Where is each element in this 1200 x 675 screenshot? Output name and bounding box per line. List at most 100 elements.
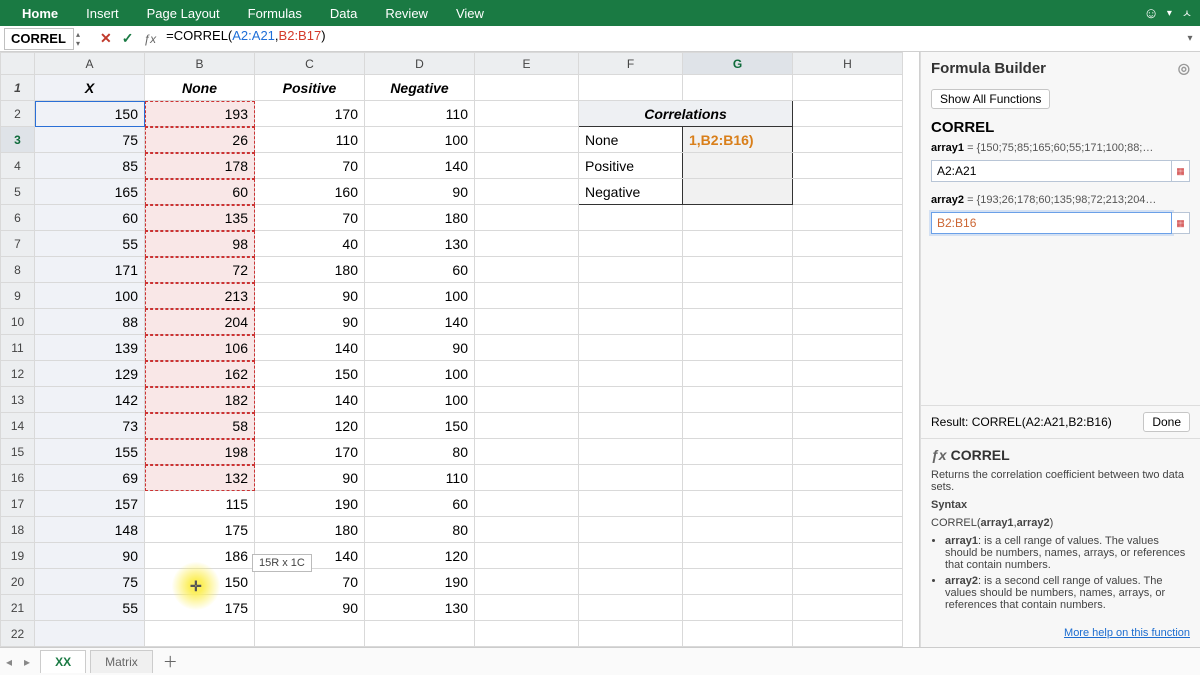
cell[interactable]: 75 (35, 569, 145, 595)
row-header[interactable]: 20 (1, 569, 35, 595)
cell[interactable] (683, 569, 793, 595)
cell[interactable]: Negative (579, 179, 683, 205)
cell[interactable]: 198 (145, 439, 255, 465)
cell[interactable] (683, 413, 793, 439)
cell[interactable]: 132 (145, 465, 255, 491)
cell[interactable] (579, 387, 683, 413)
more-help-link[interactable]: More help on this function (921, 623, 1200, 647)
formula-input[interactable]: =CORREL(A2:A21,B2:B17) (162, 28, 1186, 50)
cell[interactable] (683, 595, 793, 621)
cell[interactable]: 110 (365, 465, 475, 491)
cell[interactable] (475, 569, 579, 595)
cell[interactable] (793, 465, 903, 491)
cell[interactable] (793, 361, 903, 387)
cell[interactable]: 186 (145, 543, 255, 569)
cell[interactable] (793, 621, 903, 647)
row-header[interactable]: 7 (1, 231, 35, 257)
cell[interactable]: 150 (255, 361, 365, 387)
cell[interactable] (793, 387, 903, 413)
row-header[interactable]: 18 (1, 517, 35, 543)
cell[interactable] (475, 491, 579, 517)
cell[interactable]: 26 (145, 127, 255, 153)
done-button[interactable]: Done (1143, 412, 1190, 432)
cell[interactable]: 175 (145, 595, 255, 621)
cell[interactable] (475, 387, 579, 413)
cell[interactable] (793, 205, 903, 231)
row-header[interactable]: 17 (1, 491, 35, 517)
cancel-formula-icon[interactable]: ✕ (100, 30, 112, 47)
cell[interactable]: 170 (255, 439, 365, 465)
cell[interactable]: 70 (255, 205, 365, 231)
cell[interactable] (793, 231, 903, 257)
correlation-value[interactable] (683, 153, 793, 179)
cell[interactable] (579, 335, 683, 361)
cell[interactable]: 120 (365, 543, 475, 569)
correlation-value[interactable] (683, 179, 793, 205)
array1-input[interactable] (931, 160, 1172, 182)
cell[interactable] (683, 439, 793, 465)
cell[interactable] (683, 309, 793, 335)
cell[interactable]: 139 (35, 335, 145, 361)
cell[interactable]: Positive (579, 153, 683, 179)
chevron-down-icon[interactable]: ▾ (1167, 8, 1172, 19)
cell[interactable]: 55 (35, 595, 145, 621)
cell[interactable] (683, 205, 793, 231)
cell[interactable] (475, 621, 579, 647)
cell[interactable]: Positive (255, 75, 365, 101)
ribbon-tab-home[interactable]: Home (8, 6, 72, 21)
ribbon-tab-data[interactable]: Data (316, 6, 371, 21)
row-header[interactable]: 11 (1, 335, 35, 361)
cell[interactable] (683, 517, 793, 543)
cell[interactable]: 85 (35, 153, 145, 179)
range-picker-icon[interactable]: ▦ (1172, 212, 1190, 234)
cell[interactable] (683, 465, 793, 491)
cell[interactable] (475, 309, 579, 335)
cell[interactable]: 115 (145, 491, 255, 517)
cell[interactable] (475, 127, 579, 153)
cell[interactable]: 140 (255, 543, 365, 569)
cell[interactable] (683, 283, 793, 309)
cell[interactable]: 148 (35, 517, 145, 543)
cell[interactable]: 90 (365, 335, 475, 361)
cell[interactable]: 140 (365, 153, 475, 179)
cell[interactable]: 155 (35, 439, 145, 465)
cell[interactable]: 157 (35, 491, 145, 517)
cell[interactable]: 100 (365, 387, 475, 413)
cell[interactable]: 178 (145, 153, 255, 179)
ribbon-tab-review[interactable]: Review (371, 6, 442, 21)
cell[interactable] (793, 283, 903, 309)
cell[interactable] (793, 309, 903, 335)
cell[interactable]: None (579, 127, 683, 153)
cell[interactable]: 90 (255, 309, 365, 335)
row-header[interactable]: 3 (1, 127, 35, 153)
cell[interactable] (579, 491, 683, 517)
close-icon[interactable]: ◎ (1178, 60, 1190, 77)
cell[interactable]: 100 (365, 283, 475, 309)
fx-icon[interactable]: ƒx (143, 32, 156, 46)
row-header[interactable]: 8 (1, 257, 35, 283)
cell[interactable]: 204 (145, 309, 255, 335)
cell[interactable]: 213 (145, 283, 255, 309)
col-header[interactable]: B (145, 53, 255, 75)
ribbon-collapse-icon[interactable]: ㅅ (1182, 5, 1192, 21)
cell[interactable]: 150 (35, 101, 145, 127)
cell[interactable] (475, 465, 579, 491)
cell[interactable] (579, 595, 683, 621)
cell[interactable]: 70 (255, 153, 365, 179)
cell[interactable] (793, 335, 903, 361)
row-header[interactable]: 9 (1, 283, 35, 309)
cell[interactable] (683, 257, 793, 283)
cell[interactable] (579, 569, 683, 595)
cell[interactable] (793, 517, 903, 543)
cell[interactable] (475, 257, 579, 283)
cell[interactable] (579, 231, 683, 257)
cell[interactable] (793, 257, 903, 283)
cell[interactable]: 70 (255, 569, 365, 595)
cell[interactable]: X (35, 75, 145, 101)
cell[interactable] (475, 439, 579, 465)
cell[interactable] (793, 179, 903, 205)
cell[interactable]: 150 (365, 413, 475, 439)
cell[interactable] (475, 283, 579, 309)
col-header[interactable]: F (579, 53, 683, 75)
cell[interactable]: 160 (255, 179, 365, 205)
